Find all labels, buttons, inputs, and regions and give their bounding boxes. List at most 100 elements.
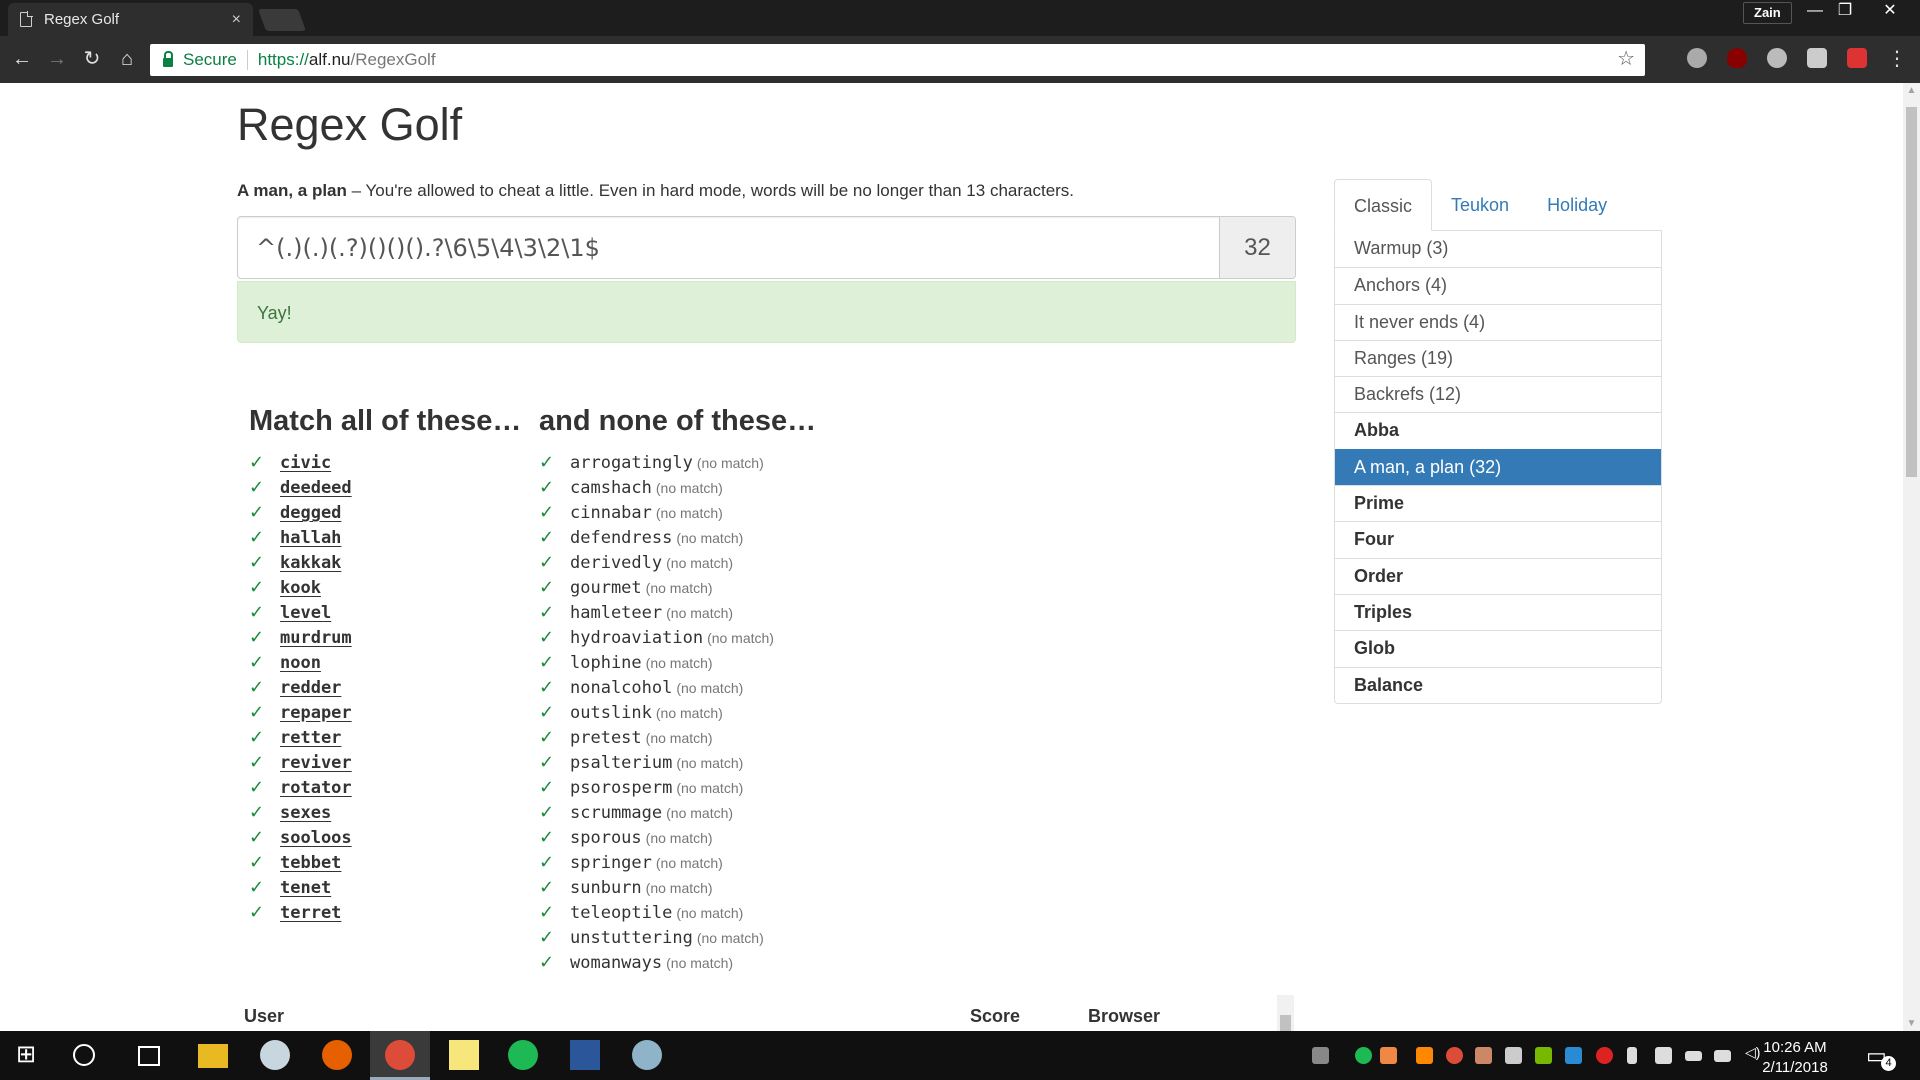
word[interactable]: reviver xyxy=(280,753,352,773)
leaderboard-user-header[interactable]: User xyxy=(244,1006,284,1027)
bookmark-star-icon[interactable]: ☆ xyxy=(1617,46,1635,71)
word[interactable]: level xyxy=(280,603,331,623)
scroll-up-icon[interactable]: ▲ xyxy=(1903,85,1920,96)
level-item[interactable]: Triples xyxy=(1335,593,1661,630)
word[interactable]: kook xyxy=(280,578,321,598)
level-item[interactable]: A man, a plan (32) xyxy=(1335,448,1661,486)
tab-close-icon[interactable]: × xyxy=(232,11,241,29)
back-icon[interactable]: ← xyxy=(9,46,35,72)
leaderboard-browser-header[interactable]: Browser xyxy=(1088,1006,1160,1027)
word[interactable]: degged xyxy=(280,503,341,523)
sticky-notes-icon[interactable] xyxy=(449,1040,479,1070)
people-icon[interactable] xyxy=(1312,1047,1329,1064)
list-item: ✓ lophine (no match) xyxy=(539,652,774,677)
word-icon[interactable] xyxy=(570,1040,600,1070)
word[interactable]: deedeed xyxy=(280,478,352,498)
file-explorer-icon[interactable] xyxy=(198,1044,228,1068)
close-window-icon[interactable]: ✕ xyxy=(1872,0,1908,24)
list-item: ✓ defendress (no match) xyxy=(539,527,774,552)
new-tab-button[interactable] xyxy=(257,9,307,31)
word[interactable]: murdrum xyxy=(280,628,352,648)
menu-dots-icon[interactable]: ⋮ xyxy=(1884,46,1910,72)
leaderboard-score-header[interactable]: Score xyxy=(970,1006,1020,1027)
word[interactable]: kakkak xyxy=(280,553,341,573)
word[interactable]: redder xyxy=(280,678,341,698)
chrome-tray-icon[interactable] xyxy=(1446,1047,1463,1064)
chrome-icon[interactable] xyxy=(385,1040,415,1070)
scroll-down-icon[interactable]: ▼ xyxy=(1903,1018,1920,1029)
word[interactable]: sooloos xyxy=(280,828,352,848)
tab-holiday[interactable]: Holiday xyxy=(1528,179,1626,230)
level-item[interactable]: Balance xyxy=(1335,666,1661,703)
word[interactable]: rotator xyxy=(280,778,352,798)
system-clock[interactable]: 10:26 AM 2/11/2018 xyxy=(1750,1038,1840,1078)
word[interactable]: terret xyxy=(280,903,341,923)
word[interactable]: civic xyxy=(280,453,331,473)
no-match-note: (no match) xyxy=(645,655,713,671)
level-item[interactable]: Four xyxy=(1335,521,1661,557)
address-bar[interactable]: Secure https:// alf.nu /RegexGolf ☆ xyxy=(150,44,1645,76)
level-item[interactable]: It never ends (4) xyxy=(1335,303,1661,340)
firefox-icon[interactable] xyxy=(322,1040,352,1070)
level-sidebar: Classic Teukon Holiday Warmup (3) Anchors (… xyxy=(1334,179,1662,704)
word[interactable]: tebbet xyxy=(280,853,341,873)
regex-input[interactable] xyxy=(238,217,1219,278)
ublock-icon[interactable] xyxy=(1727,48,1747,68)
profile-button[interactable]: Zain xyxy=(1743,2,1792,24)
word[interactable]: hallah xyxy=(280,528,341,548)
page-scrollbar[interactable]: ▲ ▼ xyxy=(1903,83,1920,1031)
restore-icon[interactable]: ❐ xyxy=(1827,0,1863,24)
check-icon: ✓ xyxy=(539,452,555,472)
battery-icon[interactable] xyxy=(1685,1051,1702,1061)
search-icon[interactable] xyxy=(73,1044,95,1066)
word[interactable]: retter xyxy=(280,728,341,748)
level-item[interactable]: Anchors (4) xyxy=(1335,267,1661,303)
word[interactable]: repaper xyxy=(280,703,352,723)
usb-icon[interactable] xyxy=(1627,1047,1637,1064)
level-item[interactable]: Warmup (3) xyxy=(1335,231,1661,267)
no-match-note: (no match) xyxy=(666,805,734,821)
list-item: ✓ womanways (no match) xyxy=(539,952,774,977)
security-icon[interactable] xyxy=(1655,1047,1672,1064)
scrollbar-thumb[interactable] xyxy=(1906,107,1917,477)
tray-app-icon[interactable] xyxy=(1380,1047,1397,1064)
level-item[interactable]: Prime xyxy=(1335,485,1661,521)
spotify-icon[interactable] xyxy=(508,1040,538,1070)
level-item[interactable]: Ranges (19) xyxy=(1335,339,1661,376)
network-icon[interactable] xyxy=(1714,1050,1731,1062)
reload-icon[interactable]: ↻ xyxy=(79,46,105,72)
tray-app-icon[interactable] xyxy=(1416,1047,1433,1064)
tray-app-icon[interactable] xyxy=(1475,1047,1492,1064)
check-icon: ✓ xyxy=(249,802,265,822)
level-item[interactable]: Backrefs (12) xyxy=(1335,376,1661,412)
level-item[interactable]: Abba xyxy=(1335,412,1661,448)
level-item[interactable]: Glob xyxy=(1335,630,1661,666)
leaderboard-scrollbar[interactable] xyxy=(1277,995,1294,1031)
extension-red-icon[interactable] xyxy=(1847,48,1867,68)
level-item[interactable]: Order xyxy=(1335,557,1661,594)
tray-app-icon[interactable] xyxy=(1505,1047,1522,1064)
windows-start-icon[interactable]: ⊞ xyxy=(16,1040,46,1070)
url-scheme: https:// xyxy=(257,50,309,69)
tray-app-icon[interactable] xyxy=(1565,1047,1582,1064)
check-icon: ✓ xyxy=(539,827,555,847)
nvidia-icon[interactable] xyxy=(1535,1047,1552,1064)
globe-icon[interactable] xyxy=(1767,48,1787,68)
beats-icon[interactable] xyxy=(1596,1047,1613,1064)
word[interactable]: sexes xyxy=(280,803,331,823)
paint-3d-icon[interactable] xyxy=(632,1040,662,1070)
browser-tab-active[interactable]: Regex Golf × xyxy=(8,3,253,36)
word[interactable]: noon xyxy=(280,653,321,673)
extension-icon[interactable] xyxy=(1687,48,1707,68)
play-icon[interactable] xyxy=(1807,48,1827,68)
forward-icon[interactable]: → xyxy=(44,46,70,72)
word[interactable]: tenet xyxy=(280,878,331,898)
home-icon[interactable]: ⌂ xyxy=(114,46,140,72)
task-view-icon[interactable] xyxy=(138,1046,160,1066)
tab-classic[interactable]: Classic xyxy=(1334,179,1433,231)
paint-icon[interactable] xyxy=(260,1040,290,1070)
tab-teukon[interactable]: Teukon xyxy=(1432,179,1528,230)
check-icon: ✓ xyxy=(249,652,265,672)
check-icon: ✓ xyxy=(249,627,265,647)
spotify-tray-icon[interactable] xyxy=(1355,1047,1372,1064)
